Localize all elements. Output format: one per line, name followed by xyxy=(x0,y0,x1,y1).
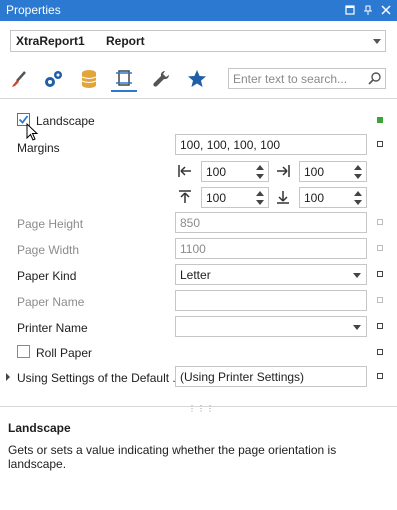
wrench-icon[interactable] xyxy=(148,66,174,92)
modified-marker xyxy=(377,117,383,123)
dropdown-icon[interactable] xyxy=(342,2,358,18)
using-settings-value: (Using Printer Settings) xyxy=(180,370,305,384)
margin-bottom-value: 100 xyxy=(304,191,325,205)
using-settings-field[interactable]: (Using Printer Settings) xyxy=(175,366,367,387)
margin-left-icon xyxy=(178,165,191,177)
property-marker xyxy=(377,219,383,225)
margin-bottom-icon xyxy=(277,191,289,204)
property-marker xyxy=(377,271,383,277)
margins-value: 100, 100, 100, 100 xyxy=(180,138,281,152)
description-text: Gets or sets a value indicating whether … xyxy=(8,443,337,471)
close-icon[interactable] xyxy=(378,2,394,18)
search-input[interactable] xyxy=(229,69,363,88)
landscape-label: Landscape xyxy=(36,114,95,128)
using-settings-label: Using Settings of the Default ... xyxy=(17,371,183,385)
spin-down-icon[interactable] xyxy=(256,200,264,205)
chevron-down-icon xyxy=(373,39,381,44)
expand-arrow-icon[interactable] xyxy=(6,373,10,381)
property-marker xyxy=(377,373,383,379)
paper-kind-value: Letter xyxy=(180,268,211,282)
toolbar-divider xyxy=(0,98,397,99)
brush-icon[interactable] xyxy=(6,66,32,92)
star-icon[interactable] xyxy=(184,66,210,92)
spin-down-icon[interactable] xyxy=(354,174,362,179)
paper-name-label: Paper Name xyxy=(17,295,85,309)
margins-field[interactable]: 100, 100, 100, 100 xyxy=(175,134,367,155)
margin-right-value: 100 xyxy=(304,165,325,179)
margin-top-spinner[interactable]: 100 xyxy=(201,187,269,208)
printer-name-dropdown[interactable] xyxy=(175,316,367,337)
property-marker xyxy=(377,297,383,303)
description-title: Landscape xyxy=(8,421,71,435)
spin-down-icon[interactable] xyxy=(256,174,264,179)
paper-name-field[interactable] xyxy=(175,290,367,311)
window-title: Properties xyxy=(6,3,61,17)
roll-paper-checkbox[interactable] xyxy=(17,345,30,358)
chevron-down-icon[interactable] xyxy=(353,325,361,330)
property-marker xyxy=(377,323,383,329)
page-width-value: 1100 xyxy=(180,242,206,256)
roll-paper-label: Roll Paper xyxy=(36,346,93,360)
margins-label: Margins xyxy=(17,141,60,155)
property-marker xyxy=(377,349,383,355)
title-bar: Properties xyxy=(0,0,397,21)
margin-right-icon xyxy=(277,165,290,177)
gears-icon[interactable] xyxy=(40,66,66,92)
property-marker xyxy=(377,245,383,251)
property-marker xyxy=(377,141,383,147)
page-height-value: 850 xyxy=(180,216,201,230)
page-width-field: 1100 xyxy=(175,238,367,259)
database-icon[interactable] xyxy=(76,66,102,92)
paper-kind-label: Paper Kind xyxy=(17,269,77,283)
report-name: XtraReport1 xyxy=(16,34,85,48)
page-setup-icon[interactable] xyxy=(111,66,137,92)
spin-up-icon[interactable] xyxy=(354,165,362,170)
margin-top-icon xyxy=(179,190,191,203)
pin-icon[interactable] xyxy=(360,2,376,18)
printer-name-label: Printer Name xyxy=(17,321,88,335)
search-box[interactable] xyxy=(228,68,386,89)
report-type: Report xyxy=(106,34,145,48)
margin-top-value: 100 xyxy=(206,191,227,205)
report-selector[interactable]: XtraReport1 Report xyxy=(10,30,386,52)
spin-up-icon[interactable] xyxy=(354,191,362,196)
margin-bottom-spinner[interactable]: 100 xyxy=(299,187,367,208)
spin-up-icon[interactable] xyxy=(256,191,264,196)
splitter-grip-icon[interactable]: ⋮⋮⋮ xyxy=(188,404,215,413)
margin-right-spinner[interactable]: 100 xyxy=(299,161,367,182)
margin-left-value: 100 xyxy=(206,165,227,179)
paper-kind-dropdown[interactable]: Letter xyxy=(175,264,367,285)
margin-left-spinner[interactable]: 100 xyxy=(201,161,269,182)
page-height-field: 850 xyxy=(175,212,367,233)
chevron-down-icon[interactable] xyxy=(353,273,361,278)
page-height-label: Page Height xyxy=(17,217,84,231)
page-width-label: Page Width xyxy=(17,243,80,257)
spin-down-icon[interactable] xyxy=(354,200,362,205)
search-icon[interactable] xyxy=(368,71,382,88)
spin-up-icon[interactable] xyxy=(256,165,264,170)
